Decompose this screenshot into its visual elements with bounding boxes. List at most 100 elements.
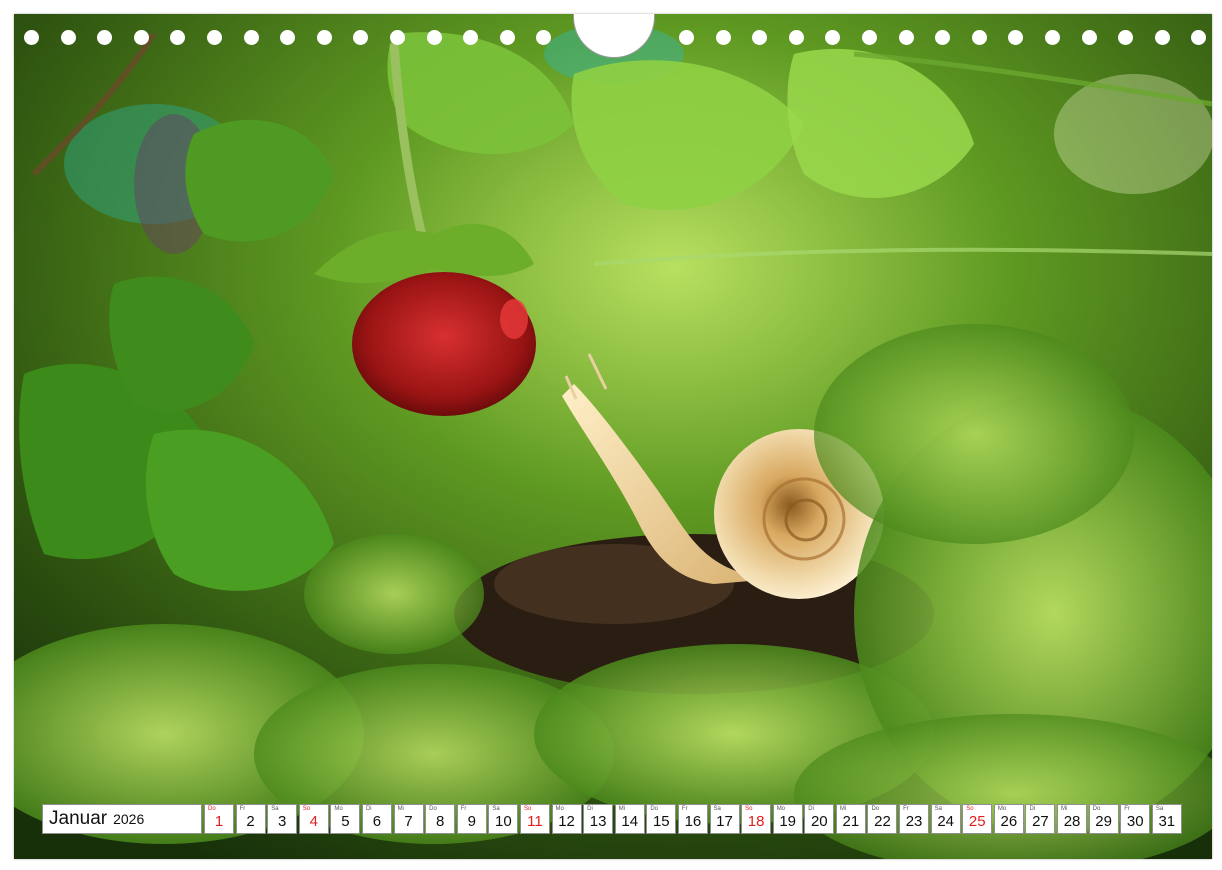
binding-hole <box>463 30 479 45</box>
weekday-label: Mi <box>397 806 404 812</box>
day-number: 9 <box>467 813 476 830</box>
weekday-label: Mo <box>997 806 1007 812</box>
binding-hole <box>1118 30 1134 45</box>
day-cell: Sa 3 <box>267 804 298 834</box>
day-number: 19 <box>779 813 797 830</box>
binding-hole <box>170 30 186 45</box>
weekday-label: Sa <box>713 806 721 812</box>
day-cell: Di 27 <box>1025 804 1056 834</box>
day-number: 22 <box>874 813 891 830</box>
binding-hole <box>1154 30 1170 45</box>
day-number: 31 <box>1158 813 1176 830</box>
day-cell: So 4 <box>298 804 329 834</box>
binding-hole <box>316 30 332 45</box>
weekday-label: Do <box>871 806 880 812</box>
day-number: 6 <box>372 813 382 830</box>
day-number: 18 <box>747 813 765 830</box>
weekday-label: Fr <box>903 806 909 812</box>
binding-hole <box>60 30 76 45</box>
weekday-label: Fr <box>239 806 246 812</box>
weekday-label: So <box>966 806 974 812</box>
day-cell: Do 29 <box>1088 804 1119 834</box>
day-cell: Fr 2 <box>235 804 266 834</box>
binding-hole <box>1045 30 1060 45</box>
day-number: 27 <box>1032 813 1049 830</box>
day-cell: Mi 7 <box>393 804 424 834</box>
binding-hole <box>825 30 841 45</box>
weekday-label: Mi <box>618 806 626 812</box>
day-number: 30 <box>1126 813 1144 830</box>
day-number: 29 <box>1095 813 1112 830</box>
day-number: 20 <box>810 813 828 830</box>
day-number: 1 <box>214 813 224 830</box>
binding-hole <box>679 30 694 45</box>
binding-hole <box>390 30 405 45</box>
day-number: 17 <box>716 813 733 830</box>
binding-hole <box>1081 30 1097 45</box>
day-number: 7 <box>404 813 413 830</box>
calendar-page: Januar 2026 Do 1 Fr 2 Sa 3 So 4 Mo 5 Di 6 Mi 7 Do 8 Fr 9 S… <box>14 14 1212 859</box>
day-cell: Sa 10 <box>488 804 519 834</box>
weekday-label: Mi <box>839 806 847 812</box>
weekday-label: Fr <box>681 806 688 812</box>
weekday-label: Do <box>650 806 658 812</box>
binding-hole <box>788 30 804 45</box>
day-cell: Mi 21 <box>835 804 866 834</box>
day-cell: Fr 23 <box>899 804 930 834</box>
day-number: 23 <box>905 813 923 830</box>
day-cell: Di 6 <box>361 804 392 834</box>
day-cell: Do 15 <box>646 804 677 834</box>
binding-hole <box>935 30 951 45</box>
day-number: 5 <box>341 813 350 830</box>
day-number: 28 <box>1063 813 1081 830</box>
day-cell: Sa 17 <box>709 804 740 834</box>
day-number: 15 <box>652 813 670 830</box>
day-number: 16 <box>684 813 702 830</box>
weekday-label: Di <box>1029 806 1036 812</box>
binding-hole <box>752 30 768 45</box>
day-number: 25 <box>968 813 986 830</box>
day-cell: Do 1 <box>204 804 234 834</box>
day-number: 13 <box>589 813 607 830</box>
weekday-label: Sa <box>271 806 279 812</box>
day-number: 11 <box>527 813 543 830</box>
year: 2026 <box>113 811 145 827</box>
weekday-label: Mo <box>334 806 343 812</box>
day-number: 14 <box>621 813 639 830</box>
day-cell: Mo 19 <box>772 804 803 834</box>
month-name: Januar <box>49 808 108 829</box>
binding-hole <box>862 30 877 45</box>
weekday-label: Mo <box>555 806 564 812</box>
day-cell: Sa 31 <box>1151 804 1182 834</box>
binding-hole <box>426 30 442 45</box>
binding-hole <box>353 30 369 45</box>
day-cell: So 18 <box>741 804 772 834</box>
day-cell: So 11 <box>519 804 550 834</box>
day-number: 21 <box>842 813 860 830</box>
weekday-label: Fr <box>460 806 467 812</box>
binding-hole <box>971 30 987 45</box>
binding-hole <box>280 30 296 45</box>
binding-hole <box>1008 30 1024 45</box>
binding-hole <box>24 30 39 45</box>
weekday-label: Mi <box>1061 806 1068 812</box>
day-cell: Mi 14 <box>614 804 645 834</box>
day-cell: Do 8 <box>425 804 456 834</box>
weekday-label: Do <box>1092 806 1101 812</box>
binding-hole <box>499 30 515 45</box>
weekday-label: Do <box>208 806 216 812</box>
binding-hole <box>97 30 113 45</box>
day-number: 24 <box>937 813 954 830</box>
binding-hole <box>133 30 149 45</box>
weekday-label: Fr <box>1124 806 1130 812</box>
day-number: 10 <box>495 813 512 830</box>
weekday-label: Di <box>587 806 593 812</box>
day-cell: Mo 26 <box>993 804 1024 834</box>
day-cell: Di 13 <box>583 804 614 834</box>
day-number: 26 <box>1000 813 1018 830</box>
weekday-label: Sa <box>492 806 500 812</box>
day-number: 4 <box>309 813 318 830</box>
day-cell: Fr 9 <box>456 804 487 834</box>
weekday-label: So <box>523 806 532 812</box>
binding-hole <box>243 30 259 45</box>
